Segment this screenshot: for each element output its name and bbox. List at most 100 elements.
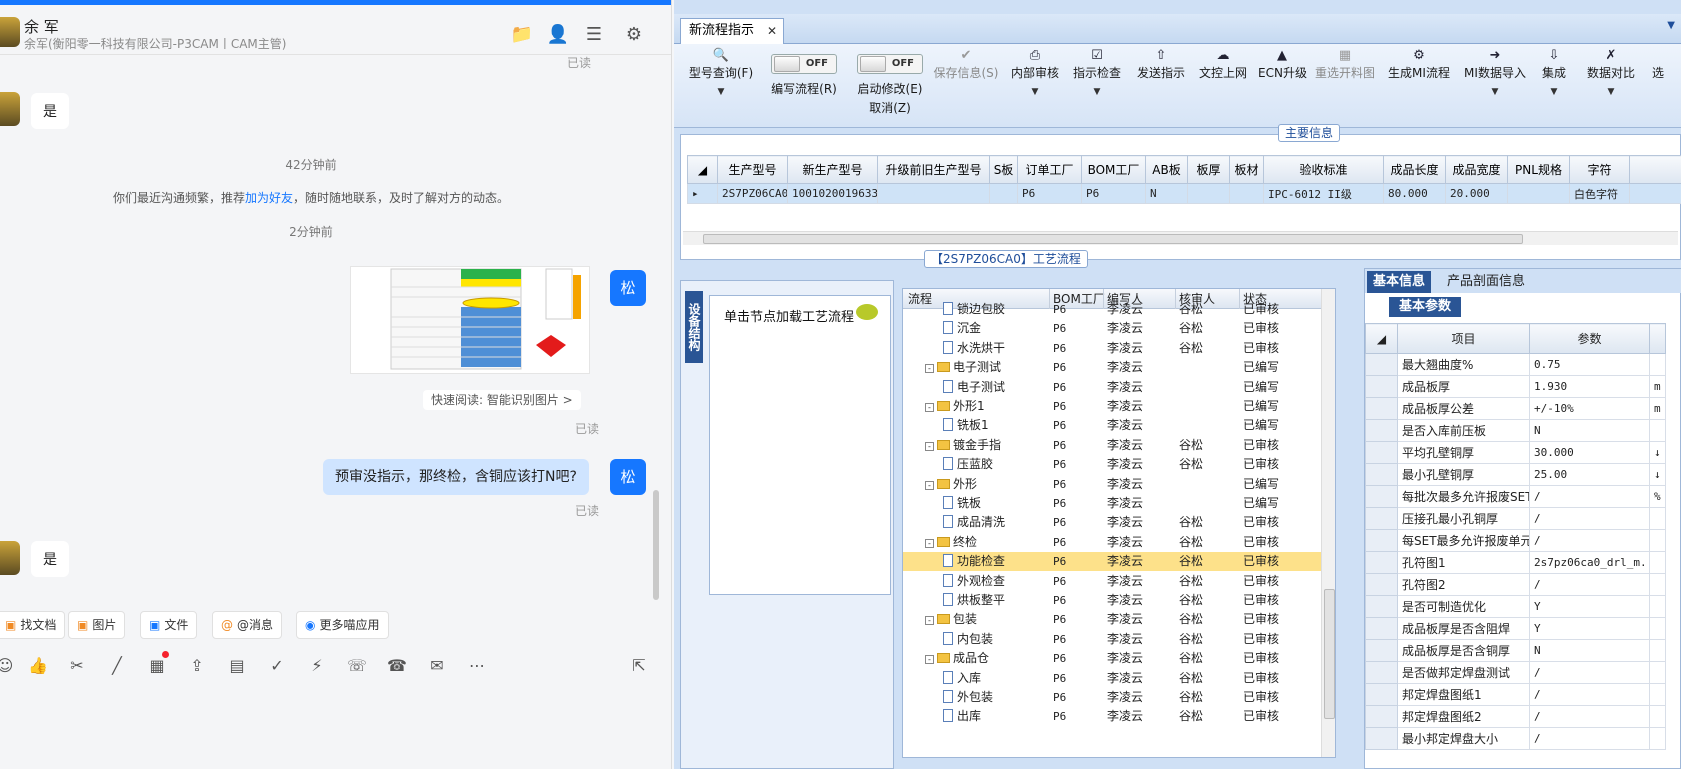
folder-icon[interactable]: 📁 [510, 23, 534, 47]
message-bubble[interactable]: 是 [31, 93, 69, 129]
send-instruction-button[interactable]: ⇧ 发送指示 [1134, 48, 1188, 81]
toggle-switch[interactable]: OFF [857, 54, 923, 74]
row-header[interactable] [1365, 397, 1398, 420]
tree-node[interactable]: 铣板 [943, 494, 981, 513]
table-cell[interactable]: 10010200196339 [787, 183, 878, 204]
table-cell[interactable] [1507, 183, 1570, 204]
table-row[interactable]: 邦定焊盘图纸2/ [1365, 705, 1666, 728]
table-cell[interactable]: 20.000 [1445, 183, 1508, 204]
param-value[interactable]: / [1529, 661, 1650, 684]
like-icon[interactable]: 👍 [27, 655, 49, 677]
tree-item-row[interactable]: 外包装 P6 李凌云 谷松 已审核 [903, 688, 1321, 707]
collapse-toggle-icon[interactable]: - [925, 441, 934, 451]
param-value[interactable]: Y [1529, 617, 1650, 640]
search-list-icon[interactable]: ☰ [582, 23, 606, 47]
table-cell[interactable]: IPC-6012 II级 [1263, 183, 1384, 204]
message-bubble[interactable]: 是 [31, 541, 69, 577]
param-value[interactable]: 30.000 [1529, 441, 1650, 464]
table-row[interactable]: 成品板厚 1.930 m [1365, 375, 1666, 398]
row-header[interactable] [1365, 573, 1398, 596]
expand-icon[interactable]: ⇱ [628, 655, 650, 677]
table-cell[interactable]: 80.000 [1383, 183, 1446, 204]
dropdown-arrow-icon[interactable]: ▼ [686, 87, 756, 97]
generate-mi-flow-button[interactable]: ⚙ 生成MI流程 [1386, 48, 1452, 81]
table-row[interactable]: 是否做邦定焊盘测试 / [1365, 661, 1666, 684]
tree-node[interactable]: 水洗烘干 [943, 339, 1005, 358]
tree-item-row[interactable]: 成品清洗 P6 李凌云 谷松 已审核 [903, 513, 1321, 532]
table-cell[interactable] [1187, 183, 1230, 204]
device-structure-tab[interactable]: 设备结构 [685, 291, 703, 363]
column-header[interactable]: 字符 [1569, 155, 1630, 184]
tree-item-row[interactable]: 烘板整平 P6 李凌云 谷松 已审核 [903, 591, 1321, 610]
row-header[interactable] [1365, 661, 1398, 684]
tree-folder-row[interactable]: - 成品仓 P6 李凌云 谷松 已审核 [903, 649, 1321, 668]
tree-node[interactable]: 沉金 [943, 319, 981, 338]
close-icon[interactable]: ✕ [767, 19, 777, 43]
tree-vscrollbar[interactable] [1321, 289, 1335, 757]
calendar-icon[interactable]: ▤ [226, 655, 248, 677]
mi-data-import-button[interactable]: ➜ MI数据导入 ▼ [1460, 48, 1530, 97]
table-cell[interactable]: P6 [1017, 183, 1082, 204]
instruction-check-button[interactable]: ☑ 指示检查 ▼ [1070, 48, 1124, 97]
param-value[interactable]: 25.00 [1529, 463, 1650, 486]
param-value[interactable]: / [1529, 529, 1650, 552]
column-header[interactable]: 参数 [1529, 323, 1650, 354]
file-chip[interactable]: ▣ 文件 [140, 611, 198, 639]
mail-icon[interactable]: ✉ [426, 655, 448, 677]
column-header[interactable]: 订单工厂 [1017, 155, 1082, 184]
chevron-down-icon[interactable]: ▼ [1667, 20, 1675, 31]
row-indicator[interactable]: ▸ [687, 183, 718, 204]
contact-avatar[interactable] [0, 17, 20, 47]
tree-item-row[interactable]: 电子测试 P6 李凌云 已编写 [903, 378, 1321, 397]
voice-icon[interactable]: ☏ [346, 655, 368, 677]
param-value[interactable]: / [1529, 727, 1650, 750]
row-header[interactable] [1365, 639, 1398, 662]
param-value[interactable]: / [1529, 485, 1650, 508]
param-value[interactable]: N [1529, 419, 1650, 442]
ecn-upgrade-button[interactable]: ▲ ECN升级 [1258, 48, 1307, 81]
comment-icon[interactable] [856, 304, 878, 320]
slash-command-icon[interactable]: ╱ [106, 655, 128, 677]
table-cell[interactable] [989, 183, 1018, 204]
add-task-icon[interactable]: ▦ [146, 651, 169, 677]
row-header[interactable] [1365, 705, 1398, 728]
mention-chip[interactable]: @ @消息 [212, 611, 283, 639]
tree-node[interactable]: 内包装 [943, 630, 993, 649]
publish-online-button[interactable]: ☁ 文控上网 [1196, 48, 1250, 81]
quick-read-button[interactable]: 快速阅读: 智能识别图片 > [423, 390, 581, 410]
row-header[interactable] [1365, 727, 1398, 750]
save-info-button[interactable]: ✔ 保存信息(S) [930, 48, 1002, 81]
table-row[interactable]: 压接孔最小孔铜厚 / [1365, 507, 1666, 530]
table-row[interactable]: 平均孔壁铜厚 30.000 ↓ [1365, 441, 1666, 464]
table-row[interactable]: 最小邦定焊盘大小 / [1365, 727, 1666, 750]
row-header[interactable] [1365, 617, 1398, 640]
param-value[interactable]: 0.75 [1529, 353, 1650, 376]
tree-node[interactable]: - 终检 [925, 533, 977, 552]
tree-folder-row[interactable]: - 镀金手指 P6 李凌云 谷松 已审核 [903, 436, 1321, 455]
emoji-icon[interactable]: ☺ [0, 655, 16, 677]
tree-item-row[interactable]: 外观检查 P6 李凌云 谷松 已审核 [903, 572, 1321, 591]
tree-item-row[interactable]: 铣板1 P6 李凌云 已编写 [903, 416, 1321, 435]
table-row[interactable]: 成品板厚是否含铜厚 N [1365, 639, 1666, 662]
dropdown-arrow-icon[interactable]: ▼ [1460, 87, 1530, 97]
table-cell[interactable] [1629, 183, 1681, 204]
contact-name[interactable]: 余 军 [24, 16, 59, 37]
my-avatar[interactable]: 松 [610, 459, 646, 495]
dropdown-arrow-icon[interactable]: ▼ [1008, 87, 1062, 97]
upload-icon[interactable]: ⇪ [186, 655, 208, 677]
column-header[interactable]: 成品宽度 [1445, 155, 1508, 184]
my-message-bubble[interactable]: 预审没指示，那终检，含铜应该打N吧? [323, 459, 589, 495]
row-header[interactable] [1365, 485, 1398, 508]
add-user-icon[interactable]: 👤 [546, 23, 570, 47]
tab-basic-info[interactable]: 基本信息 [1367, 271, 1432, 293]
param-value[interactable]: +/-10% [1529, 397, 1650, 420]
tree-folder-row[interactable]: - 外形1 P6 李凌云 已编写 [903, 397, 1321, 416]
contact-avatar[interactable] [0, 92, 20, 126]
dropdown-arrow-icon[interactable]: ▼ [1070, 87, 1124, 97]
contact-avatar[interactable] [0, 541, 20, 575]
tree-node[interactable]: - 外形1 [925, 397, 985, 416]
column-header[interactable]: PNL规格 [1507, 155, 1570, 184]
scissors-icon[interactable]: ✂ [66, 655, 88, 677]
tree-item-row[interactable]: 功能检查 P6 李凌云 谷松 已审核 [903, 552, 1321, 572]
dropdown-arrow-icon[interactable]: ▼ [1584, 87, 1638, 97]
